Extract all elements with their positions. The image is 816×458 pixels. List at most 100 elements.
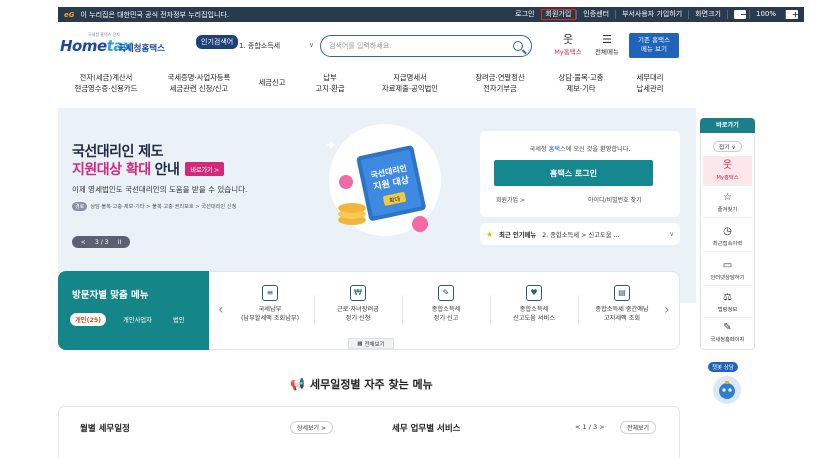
hero-path: 경로 상담·불복·고충·제보·기타 > 불복·고충·권리보호 > 국선대리인 신… — [72, 202, 236, 211]
star-icon: ★ — [486, 229, 494, 239]
quick-item-label: 국세청홈페이지 — [710, 337, 745, 343]
logo-home: Home — [60, 37, 107, 55]
inbox-icon: ▤ — [614, 285, 630, 301]
hometax-logo[interactable]: 국세청 홈택스 전자 Hometax 국세청홈택스 — [60, 32, 170, 58]
nav-consult[interactable]: 상담·불복·고충 제보·기타 — [542, 72, 620, 94]
heart-icon — [412, 216, 428, 232]
login-welcome: 국세청 홈택스에 오신 것을 환영합니다. — [480, 144, 680, 153]
service-label: 종합소득세 — [431, 306, 461, 313]
find-id-password-link[interactable]: 아이디/비밀번호 찾기 — [588, 195, 642, 204]
visitor-menu-header — [58, 271, 209, 350]
zoom-in-button[interactable]: + — [785, 10, 799, 19]
popular-keyword-select[interactable]: 1. 종합소득세 ∨ — [234, 36, 320, 56]
search-bar: 1. 종합소득세 ∨ 검색어를 입력하세요. — [234, 35, 532, 57]
tab-individual[interactable]: 개인(25) — [70, 313, 107, 326]
monthly-detail-button[interactable]: 상세보기 > — [290, 421, 334, 434]
pause-icon[interactable]: II — [118, 239, 122, 246]
popular-menu-value[interactable]: 2. 종합소득세 > 신고도움 ... — [542, 230, 619, 239]
hometax-login-button[interactable]: 홈택스 로그인 — [494, 160, 653, 186]
recent-popular-menu[interactable]: ★ 최근 인기메뉴 2. 종합소득세 > 신고도움 ... ∨ — [480, 223, 680, 245]
chevron-left-icon[interactable]: ‹ — [218, 302, 224, 318]
chatbot-button[interactable] — [713, 376, 741, 404]
monthly-schedule-title: 월별 세무일정 — [80, 424, 130, 434]
quick-online-consult[interactable]: ▭ 인터넷상담하기 — [703, 256, 752, 286]
quick-law-info[interactable]: ⚖ 법령정보 — [703, 288, 752, 318]
history-icon: ◷ — [723, 226, 732, 237]
popular-keyword-value: 1. 종합소득세 — [239, 42, 281, 50]
all-menu-button[interactable]: ☰ 전체메뉴 — [590, 34, 624, 57]
service-sublabel: (납부할세액 조회납부) — [240, 315, 300, 322]
nav-tax-agent[interactable]: 세무대리 납세관리 — [620, 72, 680, 94]
user-icon: 웃 — [562, 33, 574, 46]
nav-e-invoice[interactable]: 전자(세금)계산서 현금영수증·신용카드 — [60, 72, 152, 94]
service-income-tax-help[interactable]: ♥ 종합소득세 신고도움 서비스 — [490, 285, 578, 323]
service-interim-prepayment[interactable]: ▤ 종합소득세 중간예납 고지세액 조회 — [578, 285, 666, 323]
welcome-post: 에 오신 것을 환영합니다. — [565, 146, 631, 153]
user-icon: 웃 — [722, 160, 733, 171]
hero-subtitle: 지원대상 확대 안내 바로가기 > — [72, 159, 224, 179]
tax-service-title: 세무 업무별 서비스 — [392, 424, 461, 434]
search-icon[interactable] — [513, 41, 523, 51]
path-tag: 경로 — [72, 202, 88, 211]
tax-pager-counter: 1 / 3 — [582, 423, 598, 431]
main-nav: 전자(세금)계산서 현금영수증·신용카드 국세증명·사업자등록 세금관련 신청/… — [60, 72, 680, 102]
hero-highlight: 지원대상 확대 — [72, 162, 151, 178]
classic-btn-line2: 메뉴 보기 — [641, 45, 667, 53]
welcome-brand: 홈택스 — [548, 146, 566, 153]
sparkle-icon: ✦ — [325, 138, 337, 154]
nav-tax-report[interactable]: 세금신고 — [246, 72, 298, 88]
service-sublabel: 신고도움 서비스 — [513, 315, 555, 322]
signup-button[interactable]: 회원가입 > — [496, 195, 525, 204]
service-earned-income-credit[interactable]: ₩ 근로·자녀장려금 정기 신청 — [314, 285, 402, 323]
chevron-left-icon[interactable]: < — [575, 423, 580, 431]
quick-my-hometax[interactable]: 웃 My홈택스 — [703, 156, 752, 186]
megaphone-icon: 📢 — [290, 377, 305, 391]
classic-btn-line1: 기존 홈택스 — [638, 36, 670, 44]
service-sublabel: 정기 신고 — [433, 315, 459, 322]
bottom-panel — [58, 406, 680, 458]
gov-notice: 이 누리집은 대한민국 공식 전자정부 누리집입니다. — [80, 10, 230, 19]
chevron-right-icon[interactable]: > — [599, 423, 604, 431]
gavel-icon: ⚖ — [723, 292, 732, 303]
visitor-menu-title: 방문자별 맞춤 메뉴 — [72, 290, 149, 301]
nav-payment[interactable]: 납부 고지·환급 — [298, 72, 362, 94]
service-income-tax-report[interactable]: ✎ 종합소득세 정기 신고 — [402, 285, 490, 323]
tab-sole-proprietor[interactable]: 개인사업자 — [118, 313, 157, 326]
hero-pager: < 3 / 3 II — [72, 236, 130, 248]
chevron-down-icon[interactable]: ∨ — [669, 231, 674, 238]
hero-guide: 안내 — [154, 162, 180, 178]
report-icon: ✎ — [438, 285, 454, 301]
nav-payment-statement[interactable]: 지급명세서 자료제출·공익법인 — [362, 72, 458, 94]
service-national-tax-payment[interactable]: ≡ 국세납부 (납부할세액 조회납부) — [226, 285, 314, 323]
zoom-out-button[interactable]: − — [733, 10, 747, 19]
search-input[interactable]: 검색어를 입력하세요. — [320, 35, 532, 57]
hero-description: 이제 영세법인도 국선대리인의 도움을 받을 수 있습니다. — [72, 185, 248, 194]
hero-go-button[interactable]: 바로가기 > — [185, 162, 224, 176]
quick-favorites[interactable]: ☆ 즐겨찾기 — [703, 188, 752, 218]
fold-button[interactable]: 접기 ∨ — [713, 141, 742, 152]
service-label: 국세납부 — [258, 306, 282, 313]
quick-nts-homepage[interactable]: ✎ 국세청홈페이지 — [703, 318, 752, 348]
view-all-label: 전체보기 — [364, 341, 385, 348]
view-all-button[interactable]: ▦ 전체보기 — [348, 338, 394, 349]
my-hometax-button[interactable]: 웃 My홈택스 — [550, 33, 586, 57]
classic-hometax-button[interactable]: 기존 홈택스 메뉴 보기 — [629, 33, 679, 58]
cert-center-link[interactable]: 인증센터 — [576, 10, 615, 19]
tab-corporation[interactable]: 법인 — [168, 313, 190, 326]
service-label: 종합소득세 중간예납 — [595, 306, 649, 313]
service-label: 종합소득세 — [519, 306, 549, 313]
dept-user-signup-link[interactable]: 부서사용자 가입하기 — [615, 10, 688, 19]
my-hometax-label: My홈택스 — [554, 48, 582, 56]
nav-certificate[interactable]: 국세증명·사업자등록 세금관련 신청/신고 — [152, 72, 246, 94]
signup-link[interactable]: 회원가입 — [540, 9, 577, 20]
prev-slide-icon[interactable]: < — [81, 239, 86, 246]
quick-recent-access[interactable]: ◷ 최근접속이력 — [703, 222, 752, 252]
zoom-control: − 100% + — [726, 10, 804, 19]
login-link[interactable]: 로그인 — [509, 10, 540, 19]
edit-icon: ✎ — [723, 322, 732, 333]
screen-size-label: 화면크기 — [688, 10, 727, 19]
welcome-pre: 국세청 — [529, 146, 547, 153]
nav-incentive[interactable]: 장려금·연말정산 전자기부금 — [458, 72, 542, 94]
tax-service-view-all[interactable]: 전체보기 — [620, 421, 657, 434]
chevron-down-icon: ∨ — [308, 41, 314, 49]
